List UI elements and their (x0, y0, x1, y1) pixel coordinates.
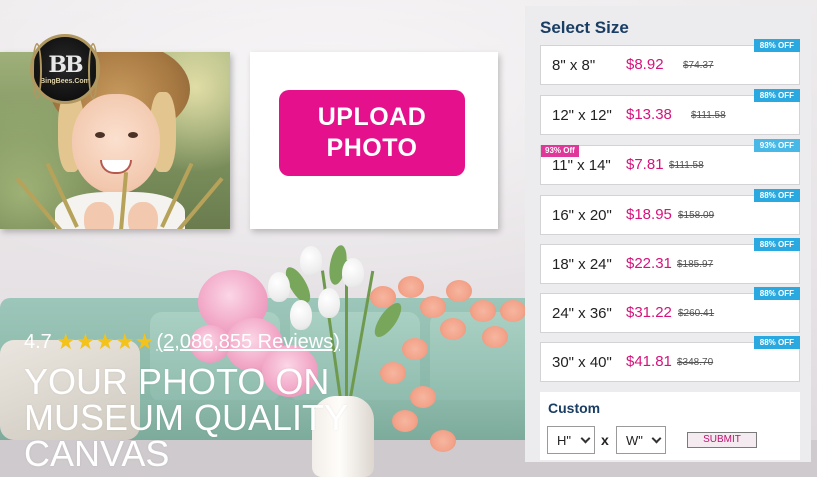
size-label: 24" x 36" (552, 305, 612, 322)
orchid (370, 286, 396, 308)
size-option-30x40[interactable]: 30" x 40" $41.81 $348.70 88% OFF (540, 336, 800, 382)
original-price: $185.97 (677, 259, 714, 270)
rating-row: 4.7 ★ ★ ★ ★ ★ (2,086,855 Reviews) (24, 331, 340, 354)
size-label: 8" x 8" (552, 57, 596, 74)
sale-price: $8.92 (626, 56, 664, 73)
star-icon: ★ (55, 329, 76, 355)
custom-title: Custom (548, 400, 601, 416)
size-option-8x8[interactable]: 8" x 8" $8.92 $74.37 88% OFF (540, 39, 800, 85)
star-icon: ★ (75, 329, 96, 355)
child-face (72, 94, 160, 194)
panel-title: Select Size (540, 18, 629, 37)
size-label: 12" x 12" (552, 107, 612, 124)
original-price: $111.58 (691, 110, 726, 121)
star-icon: ★ (115, 329, 135, 355)
size-option-16x20[interactable]: 16" x 20" $18.95 $158.09 88% OFF (540, 189, 800, 235)
size-option-11x14[interactable]: 93% Off 11" x 14" $7.81 $111.58 93% OFF (540, 139, 800, 185)
size-label: 16" x 20" (552, 207, 612, 224)
original-price: $158.09 (678, 210, 715, 221)
discount-tag: 93% Off (541, 145, 579, 157)
sale-price: $18.95 (626, 206, 672, 223)
sale-price: $41.81 (626, 353, 672, 370)
hero-title: YOUR PHOTO ON MUSEUM QUALITY CANVAS (24, 361, 348, 474)
dimension-separator: x (601, 432, 609, 448)
rating-stars: ★ ★ ★ ★ ★ (55, 329, 155, 355)
size-option-18x24[interactable]: 18" x 24" $22.31 $185.97 88% OFF (540, 238, 800, 284)
size-label: 30" x 40" (552, 354, 612, 371)
size-option-24x36[interactable]: 24" x 36" $31.22 $260.41 88% OFF (540, 287, 800, 333)
sale-price: $7.81 (626, 156, 664, 173)
width-select[interactable]: W" (616, 426, 666, 454)
chevron-down-icon (651, 433, 662, 444)
upload-photo-button[interactable]: UPLOAD PHOTO (279, 90, 465, 176)
submit-button[interactable]: SUBMIT (687, 432, 757, 448)
size-panel: Select Size 8" x 8" $8.92 $74.37 88% OFF… (525, 6, 811, 462)
original-price: $348.70 (677, 357, 714, 368)
size-label: 18" x 24" (552, 256, 612, 273)
star-icon: ★ (95, 329, 116, 355)
discount-badge: 88% OFF (753, 287, 800, 300)
original-price: $260.41 (678, 308, 715, 319)
size-label: 11" x 14" (552, 157, 611, 174)
height-select-value: H" (557, 432, 572, 448)
original-price: $74.37 (683, 60, 714, 71)
custom-size-box: Custom H" x W" SUBMIT (540, 392, 800, 460)
discount-badge: 88% OFF (753, 189, 800, 202)
discount-badge: 88% OFF (753, 336, 800, 349)
logo-mark: BB (48, 51, 83, 78)
logo-text: BingBees.Com (40, 77, 90, 85)
upload-canvas: UPLOAD PHOTO (250, 52, 498, 229)
discount-badge: 88% OFF (753, 39, 800, 52)
discount-badge: 88% OFF (753, 89, 800, 102)
discount-badge: 93% OFF (753, 139, 800, 152)
sale-price: $13.38 (626, 106, 672, 123)
sale-price: $22.31 (626, 255, 672, 272)
rating-value: 4.7 (24, 331, 52, 353)
white-tulip (300, 246, 322, 276)
discount-badge: 88% OFF (753, 238, 800, 251)
reviews-link[interactable]: (2,086,855 Reviews) (156, 331, 339, 354)
width-select-value: W" (626, 432, 643, 448)
size-option-12x12[interactable]: 12" x 12" $13.38 $111.58 88% OFF (540, 89, 800, 135)
original-price: $111.58 (669, 160, 704, 171)
height-select[interactable]: H" (547, 426, 595, 454)
star-icon: ★ (134, 329, 155, 355)
sale-price: $31.22 (626, 304, 672, 321)
chevron-down-icon (580, 433, 591, 444)
bingbees-logo[interactable]: BB BingBees.Com (30, 34, 100, 104)
